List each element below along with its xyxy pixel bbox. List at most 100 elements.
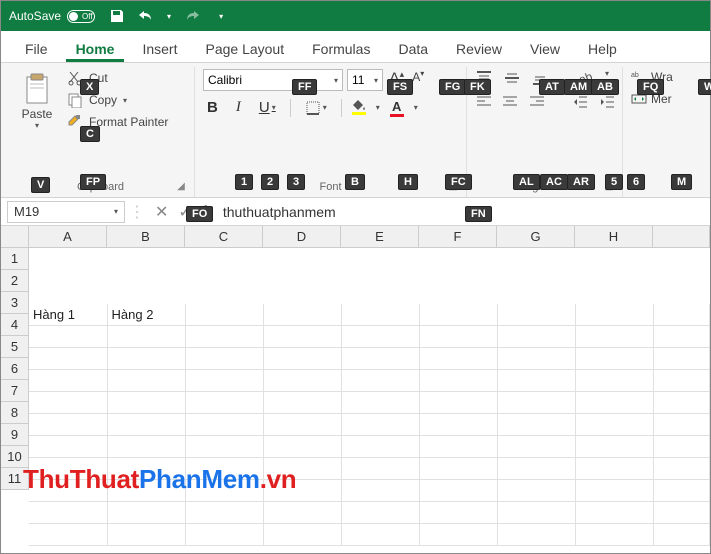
cell[interactable] <box>107 458 185 480</box>
orientation-dropdown[interactable]: ▾ <box>605 69 609 87</box>
cell[interactable] <box>341 348 419 370</box>
cell[interactable] <box>29 326 107 348</box>
cell[interactable] <box>419 414 497 436</box>
cell[interactable] <box>341 524 419 546</box>
cell[interactable] <box>419 304 497 326</box>
cell[interactable] <box>263 326 341 348</box>
font-color-button[interactable]: A <box>390 99 404 117</box>
cell[interactable] <box>497 348 575 370</box>
cell[interactable] <box>575 458 653 480</box>
cell[interactable] <box>263 348 341 370</box>
cell[interactable] <box>185 392 263 414</box>
align-right-button[interactable] <box>528 93 544 111</box>
redo-icon[interactable] <box>183 8 201 24</box>
cell[interactable] <box>341 304 419 326</box>
cell[interactable] <box>107 502 185 524</box>
paste-button[interactable]: Paste ▾ <box>15 69 59 134</box>
cell[interactable] <box>263 524 341 546</box>
copy-button[interactable]: Copy ▾ <box>65 91 170 109</box>
cell[interactable] <box>185 370 263 392</box>
cell[interactable] <box>497 458 575 480</box>
cell[interactable] <box>575 370 653 392</box>
formula-input[interactable]: thuthuatphanmem <box>211 204 710 220</box>
cell[interactable] <box>653 370 710 392</box>
decrease-indent-button[interactable] <box>571 93 587 111</box>
cell[interactable] <box>341 502 419 524</box>
cell[interactable] <box>575 326 653 348</box>
cell[interactable] <box>575 480 653 502</box>
column-header[interactable]: F <box>419 226 497 248</box>
column-header[interactable]: A <box>29 226 107 248</box>
row-header[interactable]: 8 <box>1 402 29 424</box>
alignment-launcher-icon[interactable]: ◢ <box>602 181 616 195</box>
underline-button[interactable]: U ▾ <box>255 97 280 118</box>
cell[interactable] <box>185 326 263 348</box>
fill-color-dropdown[interactable]: ▾ <box>376 103 380 112</box>
row-header[interactable]: 9 <box>1 424 29 446</box>
cell[interactable] <box>419 458 497 480</box>
cell[interactable] <box>497 392 575 414</box>
cell[interactable] <box>575 524 653 546</box>
align-left-button[interactable] <box>475 93 491 111</box>
cell[interactable] <box>419 370 497 392</box>
cell[interactable] <box>653 502 710 524</box>
cell[interactable] <box>29 480 107 502</box>
name-box[interactable]: M19▾ <box>7 201 125 223</box>
copy-dropdown-icon[interactable]: ▾ <box>123 96 127 105</box>
row-header[interactable]: 3 <box>1 292 29 314</box>
cell[interactable] <box>29 348 107 370</box>
undo-dropdown-icon[interactable]: ▾ <box>167 12 171 21</box>
cell[interactable] <box>653 414 710 436</box>
cell[interactable] <box>419 436 497 458</box>
cancel-formula-button[interactable]: ✕ <box>155 202 168 222</box>
cell[interactable] <box>185 348 263 370</box>
autosave-toggle[interactable]: Off <box>67 10 95 23</box>
cell[interactable] <box>107 480 185 502</box>
cell[interactable] <box>497 326 575 348</box>
borders-button[interactable]: ▾ <box>301 98 331 118</box>
cell[interactable] <box>263 304 341 326</box>
cell[interactable] <box>185 436 263 458</box>
format-painter-button[interactable]: Format Painter <box>65 113 170 131</box>
tab-data[interactable]: Data <box>388 35 438 62</box>
cell[interactable] <box>497 370 575 392</box>
cell[interactable] <box>185 524 263 546</box>
cell[interactable] <box>107 524 185 546</box>
row-header[interactable]: 11 <box>1 468 29 490</box>
cell[interactable] <box>653 524 710 546</box>
cell[interactable] <box>29 458 107 480</box>
merge-center-button[interactable]: Mer <box>631 91 675 107</box>
undo-icon[interactable] <box>137 8 155 24</box>
cell[interactable] <box>653 436 710 458</box>
increase-font-button[interactable]: A▴ <box>387 69 406 91</box>
tab-insert[interactable]: Insert <box>132 35 187 62</box>
cell[interactable] <box>653 304 710 326</box>
cell[interactable] <box>653 480 710 502</box>
cell[interactable] <box>575 436 653 458</box>
cell[interactable] <box>263 370 341 392</box>
cell[interactable] <box>419 348 497 370</box>
column-header[interactable]: E <box>341 226 419 248</box>
cell[interactable] <box>107 348 185 370</box>
autosave-control[interactable]: AutoSave Off <box>9 9 95 23</box>
tab-home[interactable]: Home <box>66 35 125 62</box>
cell[interactable] <box>575 392 653 414</box>
tab-review[interactable]: Review <box>446 35 512 62</box>
cell[interactable] <box>341 414 419 436</box>
cell[interactable] <box>29 502 107 524</box>
cell[interactable] <box>341 326 419 348</box>
tab-help[interactable]: Help <box>578 35 627 62</box>
cell[interactable] <box>263 458 341 480</box>
align-bottom-button[interactable] <box>531 69 549 87</box>
cell[interactable] <box>341 392 419 414</box>
enter-formula-button[interactable]: ✓ <box>178 202 191 222</box>
select-all-corner[interactable] <box>1 226 29 248</box>
font-name-select[interactable]: Calibri▾ <box>203 69 343 91</box>
align-center-button[interactable] <box>501 93 517 111</box>
font-launcher-icon[interactable]: ◢ <box>446 181 460 195</box>
cell[interactable] <box>185 458 263 480</box>
cell[interactable] <box>107 326 185 348</box>
column-header[interactable]: H <box>575 226 653 248</box>
cell[interactable] <box>653 326 710 348</box>
cell[interactable] <box>497 502 575 524</box>
